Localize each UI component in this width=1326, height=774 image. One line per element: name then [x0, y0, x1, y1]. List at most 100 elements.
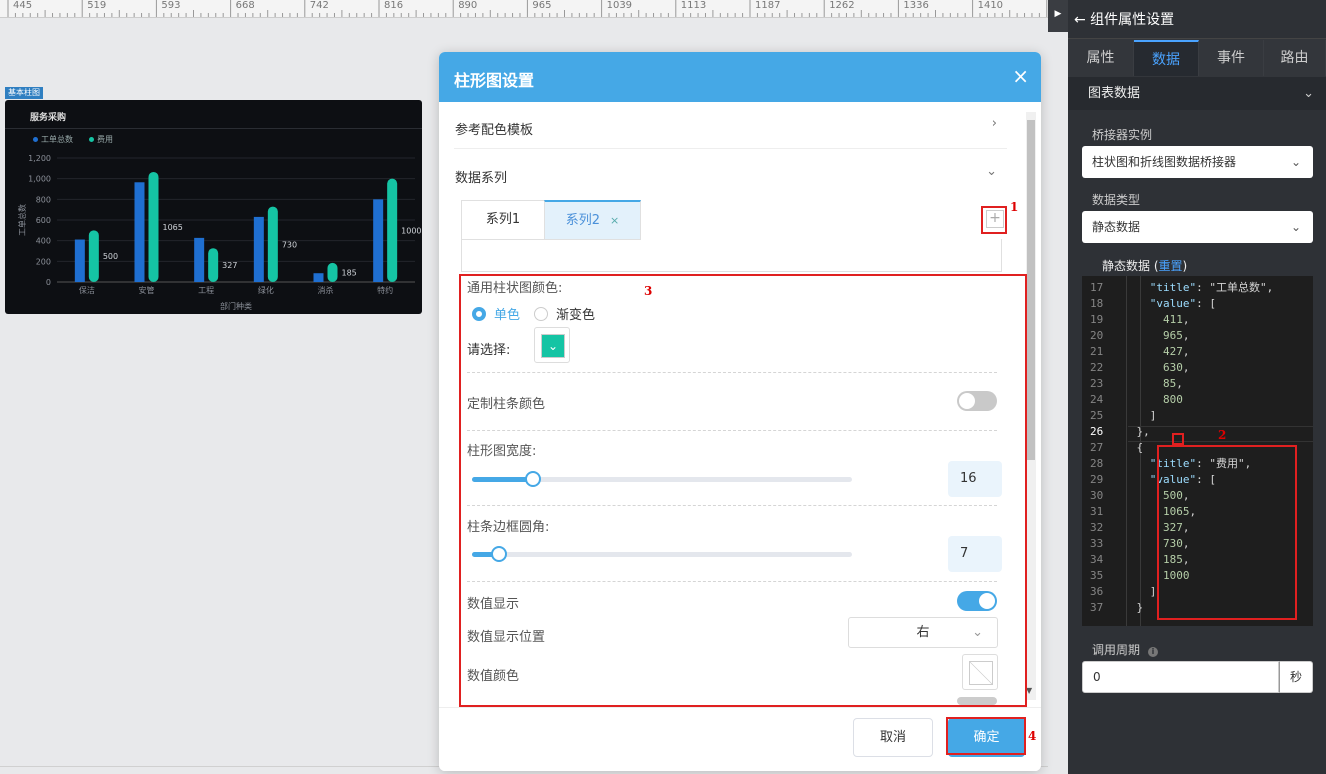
code-text: 327, [1162, 521, 1190, 534]
code-text: 800 [1162, 393, 1183, 406]
code-text: }, [1110, 425, 1150, 438]
ruler-ticks [7, 0, 1048, 17]
tab-route[interactable]: 路由 [1264, 40, 1326, 76]
scroll-down-icon[interactable]: ▼ [1026, 686, 1032, 695]
code-text: 1000 [1162, 569, 1190, 582]
code-line: 36 ] [1082, 584, 1313, 600]
code-text: "value": [ [1149, 297, 1216, 310]
radio-single-color[interactable]: 单色 [472, 304, 520, 323]
line-number: 28 [1090, 457, 1104, 470]
tab-events[interactable]: 事件 [1199, 40, 1264, 76]
info-icon[interactable]: i [1148, 647, 1159, 657]
width-slider[interactable] [472, 471, 852, 487]
code-line: 32 327, [1082, 520, 1313, 536]
code-text: 185, [1162, 553, 1190, 566]
close-icon[interactable]: × [1012, 65, 1029, 87]
line-number: 18 [1090, 297, 1104, 310]
hidden-toggle[interactable] [957, 697, 997, 705]
add-series-button[interactable]: + [986, 210, 1004, 228]
chart-widget[interactable]: 服务采购 工单总数 费用 0 200 400 600 800 1,000 1,200 保洁 50… [5, 100, 422, 314]
annotation-label-4: 4 [1028, 729, 1037, 743]
code-text: 965, [1162, 329, 1190, 342]
widget-tag[interactable]: 基本柱图 [5, 87, 43, 99]
code-line: 31 1065, [1082, 504, 1313, 520]
tab-attributes[interactable]: 属性 [1068, 40, 1134, 76]
code-text: 1065, [1162, 505, 1197, 518]
section-series-label: 数据系列 [455, 171, 508, 186]
line-number: 34 [1090, 553, 1104, 566]
cancel-button[interactable]: 取消 [853, 718, 933, 757]
code-text: 630, [1162, 361, 1190, 374]
x-tick-label: 保洁 [79, 285, 95, 295]
radio-checked-icon [472, 307, 486, 321]
value-show-label: 数值显示 [467, 597, 520, 612]
radio-gradient[interactable]: 渐变色 [534, 304, 595, 323]
app: 445 519 593 668 742 816 890 965 1039 1113 1187 1262… [0, 0, 1326, 774]
value-show-toggle[interactable] [957, 591, 997, 611]
tab-series-1[interactable]: 系列1 [461, 200, 545, 240]
value-color-picker[interactable] [962, 654, 998, 690]
y-tick-label: 600 [36, 216, 51, 225]
panel-title[interactable]: ← 组件属性设置 [1074, 9, 1174, 29]
bar [74, 239, 85, 282]
ruler: 445 519 593 668 742 816 890 965 1039 1113 1187 1262… [0, 0, 1048, 18]
code-line: 26 }, [1082, 424, 1313, 440]
section-chart-data[interactable]: 图表数据 ⌄ [1068, 77, 1326, 110]
datatype-select[interactable]: 静态数据 ⌄ [1082, 211, 1313, 243]
section-series[interactable]: 数据系列 ⌄ [454, 150, 1007, 197]
dialog-title: 柱形图设置 [454, 71, 535, 90]
code-line: 18 "value": [ [1082, 296, 1313, 312]
line-number: 20 [1090, 329, 1104, 342]
reset-link[interactable]: 重置 [1159, 259, 1183, 273]
divider [467, 372, 997, 373]
period-input[interactable]: 0 [1082, 661, 1279, 693]
data-label: 327 [222, 261, 237, 270]
y-tick-label: 800 [36, 195, 51, 204]
x-tick-label: 消杀 [318, 285, 334, 295]
line-number: 22 [1090, 361, 1104, 374]
slider-handle[interactable] [524, 471, 541, 487]
line-number: 27 [1090, 441, 1104, 454]
line-number: 24 [1090, 393, 1104, 406]
annotation-label-2: 2 [1218, 428, 1227, 442]
tab-data[interactable]: 数据 [1134, 40, 1199, 76]
connector-select[interactable]: 柱状图和折线图数据桥接器 ⌄ [1082, 146, 1313, 178]
value-pos-select[interactable]: 右 ⌄ [848, 617, 998, 648]
bar [148, 171, 159, 282]
chevron-right-icon: › [991, 116, 997, 131]
y-tick-label: 200 [36, 257, 51, 266]
radius-slider[interactable] [472, 546, 852, 562]
custom-color-toggle[interactable] [957, 391, 997, 411]
data-label: 185 [342, 268, 357, 277]
code-line: 24 800 [1082, 392, 1313, 408]
bar [313, 273, 324, 282]
chevron-down-icon: ⌄ [1290, 155, 1301, 169]
data-label: 1000 [401, 226, 421, 235]
scrollbar-thumb[interactable] [1027, 120, 1035, 460]
chevron-down-icon: ⌄ [541, 334, 565, 358]
bar-color-label: 通用柱状图颜色: [467, 281, 563, 296]
radius-input[interactable]: 7 [948, 536, 1002, 572]
width-input[interactable]: 16 [948, 461, 1002, 497]
tab-series-2[interactable]: 系列2 × [544, 200, 641, 240]
code-line: 34 185, [1082, 552, 1313, 568]
close-tab-icon[interactable]: × [610, 214, 619, 227]
y-tick-label: 1,000 [28, 175, 51, 184]
ruler-label: 519 [87, 0, 107, 11]
code-text: { [1110, 441, 1144, 454]
code-line: 33 730, [1082, 536, 1313, 552]
json-code-editor[interactable]: 17 "title": "工单总数", 18 "value": [19 411, 2… [1082, 276, 1313, 626]
value-pos-label: 数值显示位置 [467, 630, 546, 645]
section-palette[interactable]: 参考配色模板 › [454, 102, 1007, 149]
properties-panel: ← 组件属性设置 属性 数据 事件 路由 图表数据 ⌄ 桥接器实例 柱状图和折线图… [1068, 0, 1326, 774]
code-line: 19 411, [1082, 312, 1313, 328]
confirm-button[interactable]: 确定 [948, 718, 1025, 757]
period-unit: 秒 [1279, 661, 1313, 693]
collapse-panel-icon[interactable]: ▶ [1048, 0, 1068, 32]
ruler-label: 1187 [755, 0, 781, 11]
ruler-label: 742 [309, 0, 329, 11]
color-picker[interactable]: ⌄ [534, 327, 570, 363]
dialog-header: 柱形图设置 × [439, 52, 1041, 102]
connector-label: 桥接器实例 [1092, 128, 1153, 142]
slider-handle[interactable] [490, 546, 507, 562]
